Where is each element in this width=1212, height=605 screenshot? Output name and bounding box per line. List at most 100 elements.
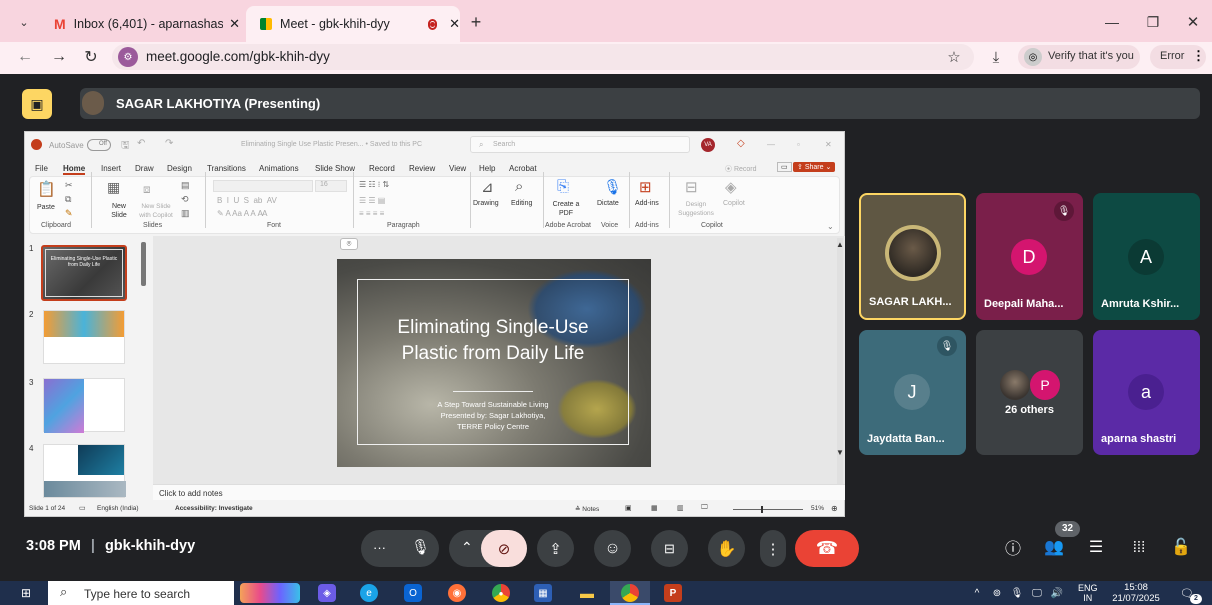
- editing-label[interactable]: Editing: [511, 200, 532, 207]
- camera-off-icon[interactable]: ⊘: [481, 530, 527, 567]
- notes-pane[interactable]: Click to add notes: [153, 484, 845, 500]
- forward-icon[interactable]: →: [48, 47, 70, 67]
- participant-tile-amruta[interactable]: A Amruta Kshir...: [1093, 193, 1200, 320]
- save-icon[interactable]: 🖫: [121, 138, 130, 155]
- volume-icon[interactable]: 🔊: [1050, 586, 1064, 600]
- menu-review[interactable]: Review: [409, 164, 435, 173]
- menu-help[interactable]: Help: [479, 164, 495, 173]
- menu-acrobat[interactable]: Acrobat: [509, 164, 537, 173]
- chrome-icon[interactable]: ●: [492, 584, 510, 602]
- tab-meet[interactable]: Meet - gbk-khih-dyy ✕: [246, 6, 460, 42]
- spellcheck-icon[interactable]: ▭: [79, 504, 86, 512]
- participant-tile-aparna[interactable]: a aparna shastri: [1093, 330, 1200, 455]
- copilot-icon[interactable]: ◈: [725, 178, 737, 196]
- menu-record[interactable]: Record: [369, 164, 395, 173]
- thumbnail-slide-2[interactable]: [43, 310, 125, 364]
- drawing-label[interactable]: Drawing: [473, 200, 499, 207]
- copilot-taskbar-icon[interactable]: ◈: [318, 584, 336, 602]
- slide-main[interactable]: Eliminating Single-Use Plastic from Dail…: [337, 259, 651, 467]
- menu-insert[interactable]: Insert: [101, 164, 121, 173]
- back-icon[interactable]: ←: [14, 47, 36, 67]
- paste-label[interactable]: Paste: [37, 204, 55, 211]
- record-button[interactable]: ⦿ Record: [725, 164, 757, 174]
- download-icon[interactable]: ⤓: [986, 47, 1006, 67]
- language-label[interactable]: English (India): [97, 505, 139, 512]
- participant-tile-sagar[interactable]: SAGAR LAKH...: [859, 193, 966, 320]
- notes-button[interactable]: ≙ Notes: [575, 505, 599, 513]
- new-slide-icon[interactable]: ▦: [107, 179, 120, 196]
- menu-draw[interactable]: Draw: [135, 164, 154, 173]
- windows-start-icon[interactable]: ⊞: [18, 585, 34, 601]
- thumbnail-scrollbar[interactable]: [141, 242, 146, 286]
- menu-design[interactable]: Design: [167, 164, 192, 173]
- new-slide-label[interactable]: New Slide: [105, 202, 133, 220]
- reset-icon[interactable]: ⟲: [181, 194, 189, 205]
- reload-icon[interactable]: ↻: [80, 47, 102, 67]
- taskbar-search[interactable]: ⌕ Type here to search: [48, 581, 234, 605]
- bookmark-star-icon[interactable]: ☆: [944, 47, 964, 67]
- outlook-icon[interactable]: O: [404, 584, 422, 602]
- firefox-icon[interactable]: ◉: [448, 584, 466, 602]
- create-pdf-label[interactable]: Create a PDF: [551, 200, 581, 218]
- language-indicator[interactable]: ENG IN: [1078, 583, 1098, 603]
- close-window-icon[interactable]: ✕: [1183, 12, 1203, 32]
- present-button[interactable]: ⇪: [537, 530, 574, 567]
- store-icon[interactable]: ▦: [534, 584, 552, 602]
- scroll-up-icon[interactable]: ▲: [836, 240, 844, 249]
- network-icon[interactable]: 🖵: [1030, 586, 1044, 600]
- dictate-label[interactable]: Dictate: [597, 200, 619, 207]
- emoji-button[interactable]: ☺: [594, 530, 631, 567]
- powerpoint-window[interactable]: AutoSave Off 🖫 ↶ ↷ Eliminating Single Us…: [24, 131, 845, 517]
- camera-button[interactable]: ⌃ ⊘: [449, 530, 527, 567]
- mic-button[interactable]: ··· 🎙: [361, 530, 439, 567]
- paste-icon[interactable]: 📋: [37, 180, 56, 198]
- design-suggestions-label[interactable]: Design Suggestions: [673, 200, 719, 218]
- copilot-diamond-icon[interactable]: ◇: [737, 138, 745, 149]
- raise-hand-button[interactable]: ✋: [708, 530, 745, 567]
- indent-icons[interactable]: ☰ ☰ ▤: [359, 196, 385, 205]
- menu-view[interactable]: View: [449, 164, 466, 173]
- menu-file[interactable]: File: [35, 164, 48, 173]
- section-icon[interactable]: ▥: [181, 208, 190, 219]
- thumbnail-slide-3[interactable]: [43, 378, 125, 433]
- addins-label[interactable]: Add-ins: [635, 200, 659, 207]
- layout-icon[interactable]: ▤: [181, 180, 190, 191]
- ppt-minimize-icon[interactable]: —: [767, 140, 775, 149]
- view-reading-icon[interactable]: ▥: [677, 504, 684, 512]
- tray-app-icon[interactable]: ⊚: [990, 586, 1004, 600]
- microphone-icon[interactable]: 🎙: [411, 538, 430, 556]
- comments-icon[interactable]: ▭: [777, 162, 792, 172]
- close-icon[interactable]: ✕: [229, 16, 240, 32]
- thumbnail-slide-1[interactable]: Eliminating Single-Use Plastic from Dail…: [41, 245, 127, 301]
- file-explorer-icon[interactable]: ▬: [578, 584, 596, 602]
- view-sorter-icon[interactable]: ▦: [651, 504, 658, 512]
- more-options-dots-icon[interactable]: ···: [373, 540, 386, 555]
- share-button[interactable]: ⇪ Share ⌄: [793, 162, 836, 172]
- autosave-toggle[interactable]: Off: [87, 139, 111, 151]
- format-painter-icon[interactable]: ✎: [65, 208, 73, 219]
- create-pdf-icon[interactable]: ⎘: [557, 178, 569, 195]
- font-format-icons[interactable]: B I U S ab AV: [217, 196, 277, 205]
- widgets-icon[interactable]: [240, 583, 300, 603]
- participant-tile-jaydatta[interactable]: 🎙 J Jaydatta Ban...: [859, 330, 966, 455]
- menu-transitions[interactable]: Transitions: [207, 164, 246, 173]
- addins-icon[interactable]: ⊞: [639, 178, 652, 196]
- ppt-search-box[interactable]: ⌕ Search: [470, 136, 690, 153]
- tab-list-chevron-icon[interactable]: ⌄: [14, 12, 34, 32]
- info-icon[interactable]: ⓘ: [1002, 536, 1024, 558]
- zoom-level[interactable]: 51%: [811, 505, 824, 512]
- menu-home[interactable]: Home: [63, 164, 86, 175]
- verify-button[interactable]: ◎ Verify that it's you: [1018, 45, 1140, 69]
- url-text[interactable]: meet.google.com/gbk-khih-dyy: [146, 49, 330, 64]
- error-button[interactable]: Error ⋮: [1150, 45, 1206, 69]
- view-normal-icon[interactable]: ▣: [625, 504, 632, 512]
- zoom-slider-thumb[interactable]: [761, 506, 763, 513]
- fit-slide-icon[interactable]: ⊕: [831, 504, 838, 513]
- copy-icon[interactable]: ⧉: [65, 194, 71, 205]
- copilot-chip-icon[interactable]: ⌾: [340, 238, 358, 250]
- restore-icon[interactable]: ❐: [1143, 12, 1163, 32]
- site-info-icon[interactable]: ⚙: [118, 47, 138, 67]
- menu-slideshow[interactable]: Slide Show: [315, 164, 355, 173]
- edge-icon[interactable]: e: [360, 584, 378, 602]
- accessibility-label[interactable]: Accessibility: Investigate: [175, 505, 253, 512]
